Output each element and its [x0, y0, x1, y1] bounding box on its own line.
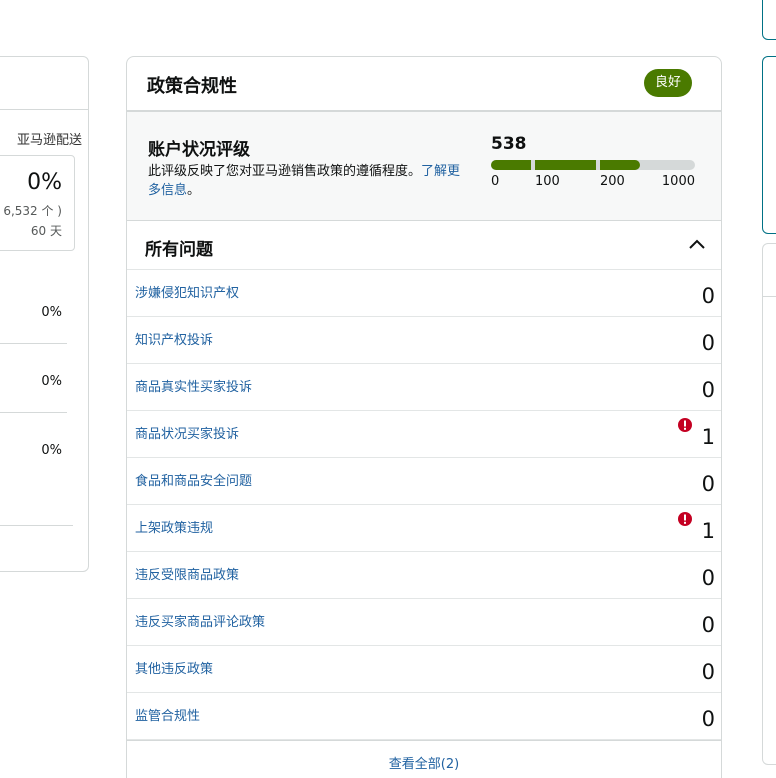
issue-count: 0 [701, 284, 715, 308]
issue-row: 违反受限商品政策 0 [127, 552, 721, 599]
issue-link[interactable]: 违反受限商品政策 [135, 564, 239, 583]
all-issues-header: 所有问题 [127, 221, 721, 269]
issue-row: 食品和商品安全问题 0 [127, 458, 721, 505]
collapse-button[interactable] [685, 233, 709, 257]
issue-row: 商品状况买家投诉 1 [127, 411, 721, 458]
right-card-fragment [762, 243, 776, 765]
metric-period: 60 天 [30, 224, 62, 238]
all-issues-title: 所有问题 [145, 240, 213, 260]
page: 亚马逊配送 0% 6,532 个 ) 60 天 0% 0% 0% 政策合规性 良… [0, 0, 776, 778]
card-header-divider [0, 109, 88, 110]
issue-count: 1 [701, 425, 715, 449]
account-health-rating: 账户状况评级 此评级反映了您对亚马逊销售政策的遵循程度。了解更多信息。 538 … [127, 112, 721, 221]
issue-link[interactable]: 商品真实性买家投诉 [135, 376, 252, 395]
policy-compliance-card: 政策合规性 良好 账户状况评级 此评级反映了您对亚马逊销售政策的遵循程度。了解更… [126, 56, 722, 778]
right-card-fragment [762, 0, 776, 40]
issue-link[interactable]: 其他违反政策 [135, 658, 213, 677]
rating-score: 538 [491, 134, 527, 154]
issue-count: 1 [701, 519, 715, 543]
issue-count: 0 [701, 331, 715, 355]
rating-description-text: 此评级反映了您对亚马逊销售政策的遵循程度。 [148, 164, 422, 179]
tick-label: 1000 [661, 174, 695, 189]
metric-count: 6,532 个 ) [3, 204, 62, 218]
metric-row-value: 0% [41, 443, 62, 458]
rating-progress-bar [491, 160, 695, 170]
issue-count: 0 [701, 660, 715, 684]
row-divider [0, 525, 73, 526]
issue-link[interactable]: 监管合规性 [135, 705, 200, 724]
rating-bar-segment [491, 160, 531, 170]
rating-description-end: 。 [187, 183, 201, 198]
alert-icon [677, 511, 693, 527]
metric-value: 0% [27, 170, 62, 195]
metric-row-value: 0% [41, 305, 62, 320]
issue-link[interactable]: 食品和商品安全问题 [135, 470, 252, 489]
issue-row: 知识产权投诉 0 [127, 317, 721, 364]
alert-icon [677, 417, 693, 433]
chevron-up-icon [689, 239, 705, 249]
issue-count: 0 [701, 613, 715, 637]
rating-title: 账户状况评级 [148, 140, 250, 160]
fulfillment-header-text: 亚马逊配送 [16, 133, 82, 148]
issue-row: 涉嫌侵犯知识产权 0 [127, 269, 721, 317]
card-title: 政策合规性 [147, 76, 237, 97]
metric-box[interactable]: 0% 6,532 个 ) 60 天 [0, 155, 75, 251]
tick-label: 0 [491, 174, 500, 189]
rating-description: 此评级反映了您对亚马逊销售政策的遵循程度。了解更多信息。 [148, 162, 466, 200]
view-all-section: 查看全部(2) [127, 740, 721, 778]
row-divider [0, 343, 67, 344]
right-card-fragment [762, 56, 776, 234]
issue-row: 监管合规性 0 [127, 693, 721, 740]
issue-link[interactable]: 知识产权投诉 [135, 329, 213, 348]
issue-count: 0 [701, 378, 715, 402]
status-badge: 良好 [644, 69, 692, 97]
metric-row-value: 0% [41, 374, 62, 389]
card-header: 政策合规性 良好 [127, 57, 721, 112]
issue-row: 上架政策违规 1 [127, 505, 721, 552]
tick-label: 100 [535, 174, 560, 189]
issue-list: 涉嫌侵犯知识产权 0 知识产权投诉 0 商品真实性买家投诉 0 商品状况买家投诉 1 食品和商品… [127, 269, 721, 740]
card-header-divider [763, 296, 776, 297]
issue-row: 其他违反政策 0 [127, 646, 721, 693]
view-all-link[interactable]: 查看全部(2) [127, 753, 721, 772]
issue-count: 0 [701, 707, 715, 731]
row-divider [0, 412, 67, 413]
rating-bar-segment [600, 160, 640, 170]
issue-link[interactable]: 涉嫌侵犯知识产权 [135, 282, 239, 301]
issue-row: 商品真实性买家投诉 0 [127, 364, 721, 411]
issue-row: 违反买家商品评论政策 0 [127, 599, 721, 646]
rating-bar-segment [535, 160, 596, 170]
issue-link[interactable]: 上架政策违规 [135, 517, 213, 536]
issue-link[interactable]: 商品状况买家投诉 [135, 423, 239, 442]
tick-label: 200 [600, 174, 625, 189]
issue-link[interactable]: 违反买家商品评论政策 [135, 611, 265, 630]
issue-count: 0 [701, 472, 715, 496]
rating-bar-ticks: 0 100 200 1000 [491, 174, 695, 190]
issue-count: 0 [701, 566, 715, 590]
fulfillment-card: 亚马逊配送 0% 6,532 个 ) 60 天 0% 0% 0% [0, 56, 89, 572]
